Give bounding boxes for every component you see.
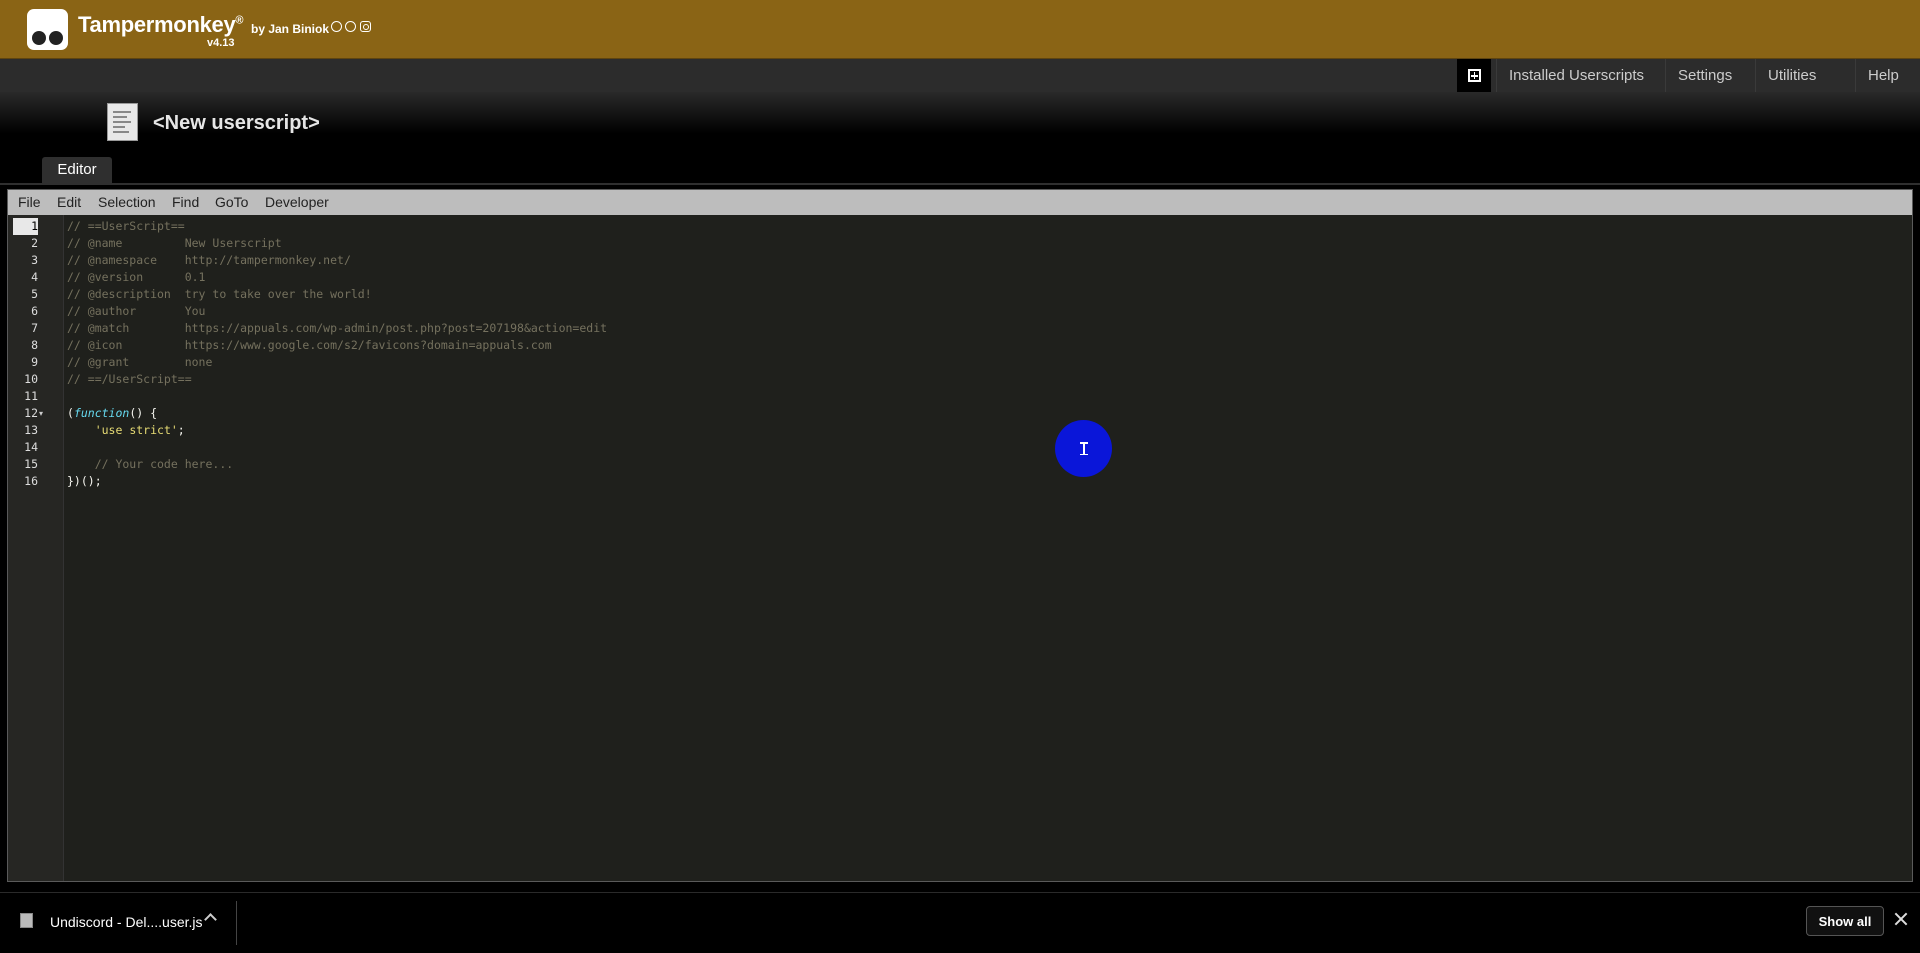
code-line: // @description try to take over the wor… [67, 287, 372, 301]
line-number: 13 [24, 423, 38, 437]
editor-menubar: File Edit Selection Find GoTo Developer [8, 190, 1912, 215]
code-line: // @namespace http://tampermonkey.net/ [67, 253, 351, 267]
code-line: })(); [67, 474, 102, 488]
registered-mark: ® [235, 14, 244, 27]
line-number: 11 [24, 389, 38, 403]
line-number: 6 [31, 304, 38, 318]
line-number: 12 [24, 406, 38, 420]
plus-box-icon [1467, 69, 1481, 82]
logo-left-eye [32, 31, 46, 45]
line-number: 4 [31, 270, 38, 284]
github-icon[interactable] [331, 21, 342, 32]
version-label: v4.13 [207, 37, 235, 49]
tab-utilities[interactable]: Utilities [1755, 59, 1828, 92]
code-string: 'use strict' [94, 423, 178, 437]
tampermonkey-logo-icon[interactable] [27, 9, 68, 50]
download-file-name[interactable]: Undiscord - Del....user.js [50, 914, 203, 930]
code-line: // ==UserScript== [67, 219, 185, 233]
script-title: <New userscript> [153, 112, 320, 134]
tab-help[interactable]: Help [1855, 59, 1911, 92]
code-line: // @icon https://www.google.com/s2/favic… [67, 338, 552, 352]
code-token: ( [67, 406, 74, 420]
tab-settings[interactable]: Settings [1665, 59, 1744, 92]
code-area[interactable]: // ==UserScript== // @name New Userscrip… [67, 218, 607, 490]
code-keyword: function [73, 406, 130, 420]
author-byline[interactable]: by Jan Biniok [251, 22, 329, 36]
code-editor[interactable]: File Edit Selection Find GoTo Developer … [7, 189, 1913, 882]
code-line: 'use strict'; [67, 422, 607, 439]
chevron-up-icon[interactable] [204, 913, 217, 926]
line-number: 8 [31, 338, 38, 352]
menu-goto[interactable]: GoTo [215, 190, 248, 215]
tab-installed-userscripts[interactable]: Installed Userscripts [1496, 59, 1656, 92]
divider [236, 901, 237, 945]
nav-bar: Installed Userscripts Settings Utilities… [0, 59, 1920, 92]
line-number: 15 [24, 457, 38, 471]
new-script-tab[interactable] [1457, 59, 1491, 92]
app-header: Tampermonkey® v4.13 by Jan Biniok [0, 0, 1920, 59]
code-line: // @grant none [67, 355, 213, 369]
line-number: 10 [24, 372, 38, 386]
script-file-icon [107, 103, 138, 141]
menu-developer[interactable]: Developer [265, 190, 329, 215]
line-number: 9 [31, 355, 38, 369]
code-line: // @version 0.1 [67, 270, 206, 284]
fold-arrow-icon[interactable]: ▾ [39, 405, 43, 422]
show-all-button[interactable]: Show all [1806, 906, 1884, 936]
tab-divider [0, 183, 1920, 185]
code-token: ; [177, 423, 185, 437]
line-number: 16 [24, 474, 38, 488]
code-line: // Your code here... [67, 457, 234, 471]
close-icon[interactable] [1893, 911, 1909, 927]
line-number: 2 [31, 236, 38, 250]
code-line: // ==/UserScript== [67, 372, 192, 386]
line-number: 7 [31, 321, 38, 335]
code-line: // @match https://appuals.com/wp-admin/p… [67, 321, 608, 335]
menu-find[interactable]: Find [172, 190, 199, 215]
download-bar: Undiscord - Del....user.js Show all [0, 892, 1920, 953]
tab-editor[interactable]: Editor [42, 157, 112, 183]
code-token: () { [129, 406, 158, 420]
logo-right-eye [49, 31, 63, 45]
facebook-icon[interactable] [345, 21, 356, 32]
line-number: 14 [24, 440, 38, 454]
app-name[interactable]: Tampermonkey® [78, 12, 243, 38]
file-icon [20, 913, 33, 928]
line-number: 5 [31, 287, 38, 301]
code-line: (function() { [67, 405, 607, 422]
text-cursor-icon [1079, 442, 1088, 455]
mouse-cursor-highlight [1055, 420, 1112, 477]
line-number: 1 [13, 218, 38, 235]
menu-selection[interactable]: Selection [98, 190, 156, 215]
code-line: // @name New Userscript [67, 236, 282, 250]
menu-edit[interactable]: Edit [57, 190, 81, 215]
line-number: 3 [31, 253, 38, 267]
app-name-text: Tampermonkey [78, 12, 236, 37]
menu-file[interactable]: File [18, 190, 41, 215]
instagram-icon[interactable] [360, 21, 371, 32]
code-line: // @author You [67, 304, 206, 318]
line-number-gutter[interactable]: 1 2 3 4 5 6 7 8 9 10 11 12 ▾ 13 14 15 16 [8, 215, 64, 881]
script-header: <New userscript> Editor [0, 92, 1920, 184]
